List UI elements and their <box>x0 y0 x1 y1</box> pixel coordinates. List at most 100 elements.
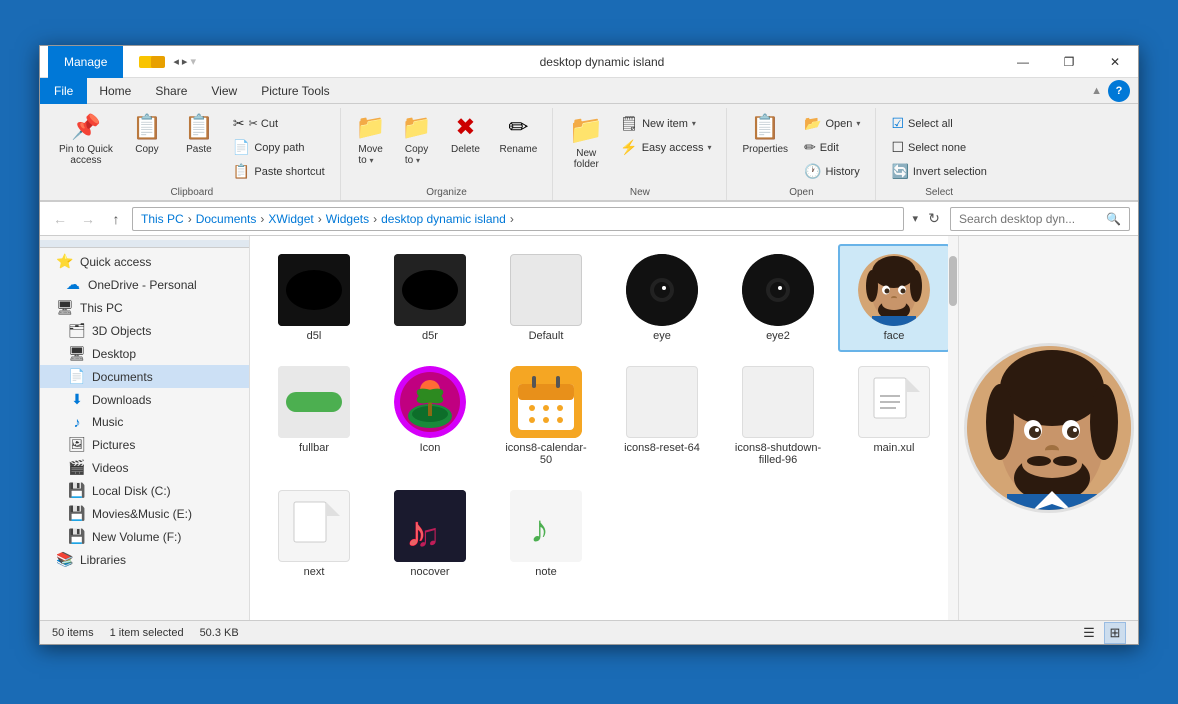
select-none-button[interactable]: ☐ Select none <box>884 136 993 159</box>
menu-home[interactable]: Home <box>87 78 143 104</box>
file-name-main-xul: main.xul <box>874 442 915 454</box>
copy-button[interactable]: 📋 Copy <box>122 108 172 160</box>
sidebar-item-this-pc[interactable]: 🖥 This PC <box>40 296 249 319</box>
down-icon: ▾ <box>190 55 196 68</box>
list-view-button[interactable]: ☰ <box>1078 622 1100 644</box>
sidebar-item-desktop[interactable]: 🖥 Desktop <box>40 342 249 365</box>
select-label: Select <box>925 183 953 200</box>
file-item-calendar[interactable]: icons8-calendar-50 <box>490 356 602 476</box>
path-this-pc[interactable]: This PC <box>141 212 184 226</box>
file-item-nocover[interactable]: ♪ ♪ ♫ nocover <box>374 480 486 588</box>
path-xwidget[interactable]: XWidget <box>268 212 313 226</box>
eye2-thumbnail <box>742 254 814 326</box>
file-item-next[interactable]: next <box>258 480 370 588</box>
sidebar: ⭐ Quick access ☁ OneDrive - Personal 🖥 T… <box>40 236 250 620</box>
sidebar-item-new-volume[interactable]: 💾 New Volume (F:) <box>40 525 249 548</box>
d5r-thumbnail <box>394 254 466 326</box>
sidebar-item-music[interactable]: ♪ Music <box>40 411 249 433</box>
file-item-default[interactable]: Default <box>490 244 602 352</box>
file-item-main-xul[interactable]: main.xul <box>838 356 950 476</box>
sidebar-item-libraries[interactable]: 📚 Libraries <box>40 548 249 571</box>
file-item-face[interactable]: face <box>838 244 950 352</box>
quick-access-icon: ⭐ <box>56 253 74 270</box>
help-button[interactable]: ? <box>1108 80 1130 102</box>
path-widgets[interactable]: Widgets <box>326 212 369 226</box>
paste-shortcut-button[interactable]: 📋 Paste shortcut <box>226 160 332 183</box>
rename-button[interactable]: ✏ Rename <box>492 108 544 160</box>
sidebar-item-videos[interactable]: 🎬 Videos <box>40 456 249 479</box>
menu-right: ▲ ? <box>1091 80 1138 102</box>
cut-button[interactable]: ✂ ✂ Cut <box>226 112 332 135</box>
forward-icon[interactable]: ▸ <box>182 55 188 68</box>
grid-view-button[interactable]: ⊞ <box>1104 622 1126 644</box>
copy-to-button[interactable]: 📁 Copyto ▾ <box>395 108 439 171</box>
fullbar-thumbnail <box>278 366 350 438</box>
new-folder-button[interactable]: 📁 Newfolder <box>561 108 611 175</box>
sidebar-item-movies-music[interactable]: 💾 Movies&Music (E:) <box>40 502 249 525</box>
file-item-fullbar[interactable]: fullbar <box>258 356 370 476</box>
file-icon-face <box>858 254 930 326</box>
file-item-icon[interactable]: Icon <box>374 356 486 476</box>
file-name-next: next <box>304 566 325 578</box>
preview-pane <box>958 236 1138 620</box>
pictures-label: Pictures <box>92 438 241 452</box>
menu-picture-tools[interactable]: Picture Tools <box>249 78 341 104</box>
search-input[interactable] <box>959 212 1106 226</box>
ribbon-organize-row: 📁 Moveto ▾ 📁 Copyto ▾ ✖ Delete ✏ Rename <box>349 108 545 183</box>
file-icon-fullbar <box>278 366 350 438</box>
file-item-shutdown[interactable]: icons8-shutdown-filled-96 <box>722 356 834 476</box>
paste-button[interactable]: 📋 Paste <box>174 108 224 160</box>
path-desktop-di[interactable]: desktop dynamic island <box>381 212 506 226</box>
sidebar-item-documents[interactable]: 📄 Documents <box>40 365 249 388</box>
properties-icon: 📋 <box>750 113 780 142</box>
tab-manage[interactable]: Manage <box>48 46 123 78</box>
refresh-button[interactable]: ↻ <box>922 207 946 231</box>
select-all-button[interactable]: ☑ Select all <box>884 112 993 135</box>
file-icon-d5r <box>394 254 466 326</box>
sidebar-item-quick-access[interactable]: ⭐ Quick access <box>40 250 249 273</box>
invert-selection-button[interactable]: 🔄 Invert selection <box>884 160 993 183</box>
close-button[interactable]: ✕ <box>1092 46 1138 78</box>
ribbon-new-row: 📁 Newfolder 🗒 New item ▾ ⚡ Easy access ▾ <box>561 108 718 183</box>
back-icon[interactable]: ◂ <box>173 55 179 68</box>
maximize-button[interactable]: ❐ <box>1046 46 1092 78</box>
status-view-buttons: ☰ ⊞ <box>1078 622 1126 644</box>
videos-label: Videos <box>92 461 241 475</box>
menu-file[interactable]: File <box>40 78 87 104</box>
back-nav-button[interactable]: ← <box>48 207 72 231</box>
sidebar-item-onedrive[interactable]: ☁ OneDrive - Personal <box>40 273 249 296</box>
delete-button[interactable]: ✖ Delete <box>440 108 490 160</box>
history-button[interactable]: 🕐 History <box>797 160 867 183</box>
sidebar-item-3d-objects[interactable]: 🗂 3D Objects <box>40 319 249 342</box>
window: Manage ◂ ▸ ▾ desktop dynamic island — ❐ … <box>39 45 1139 645</box>
address-path[interactable]: This PC › Documents › XWidget › Widgets … <box>132 207 904 231</box>
menu-view[interactable]: View <box>199 78 249 104</box>
properties-button[interactable]: 📋 Properties <box>735 108 795 160</box>
file-item-d5l[interactable]: d5l <box>258 244 370 352</box>
copy-path-button[interactable]: 📄 Copy path <box>226 136 332 159</box>
file-item-eye[interactable]: eye <box>606 244 718 352</box>
pin-to-quick-access-button[interactable]: 📌 Pin to Quickaccess <box>52 108 120 171</box>
edit-button[interactable]: ✏ Edit <box>797 136 867 159</box>
open-button[interactable]: 📂 Open ▾ <box>797 112 867 135</box>
up-nav-button[interactable]: ↑ <box>104 207 128 231</box>
file-item-d5r[interactable]: d5r <box>374 244 486 352</box>
ribbon-organize-group: 📁 Moveto ▾ 📁 Copyto ▾ ✖ Delete ✏ Rename <box>341 108 554 200</box>
select-none-icon: ☐ <box>891 139 904 156</box>
file-item-reset[interactable]: icons8-reset-64 <box>606 356 718 476</box>
search-box[interactable]: 🔍 <box>950 207 1130 231</box>
move-to-button[interactable]: 📁 Moveto ▾ <box>349 108 393 171</box>
easy-access-button[interactable]: ⚡ Easy access ▾ <box>613 136 718 159</box>
sidebar-item-pictures[interactable]: 🖼 Pictures <box>40 433 249 456</box>
minimize-button[interactable]: — <box>1000 46 1046 78</box>
file-item-note[interactable]: ♪ note <box>490 480 602 588</box>
address-dropdown-arrow[interactable]: ▾ <box>912 212 918 225</box>
path-documents[interactable]: Documents <box>196 212 257 226</box>
main-xul-thumbnail <box>860 368 928 436</box>
new-item-button[interactable]: 🗒 New item ▾ <box>613 112 718 135</box>
menu-share[interactable]: Share <box>143 78 199 104</box>
sidebar-item-downloads[interactable]: ⬇ Downloads <box>40 388 249 411</box>
sidebar-item-local-disk-c[interactable]: 💾 Local Disk (C:) <box>40 479 249 502</box>
file-item-eye2[interactable]: eye2 <box>722 244 834 352</box>
forward-nav-button[interactable]: → <box>76 207 100 231</box>
